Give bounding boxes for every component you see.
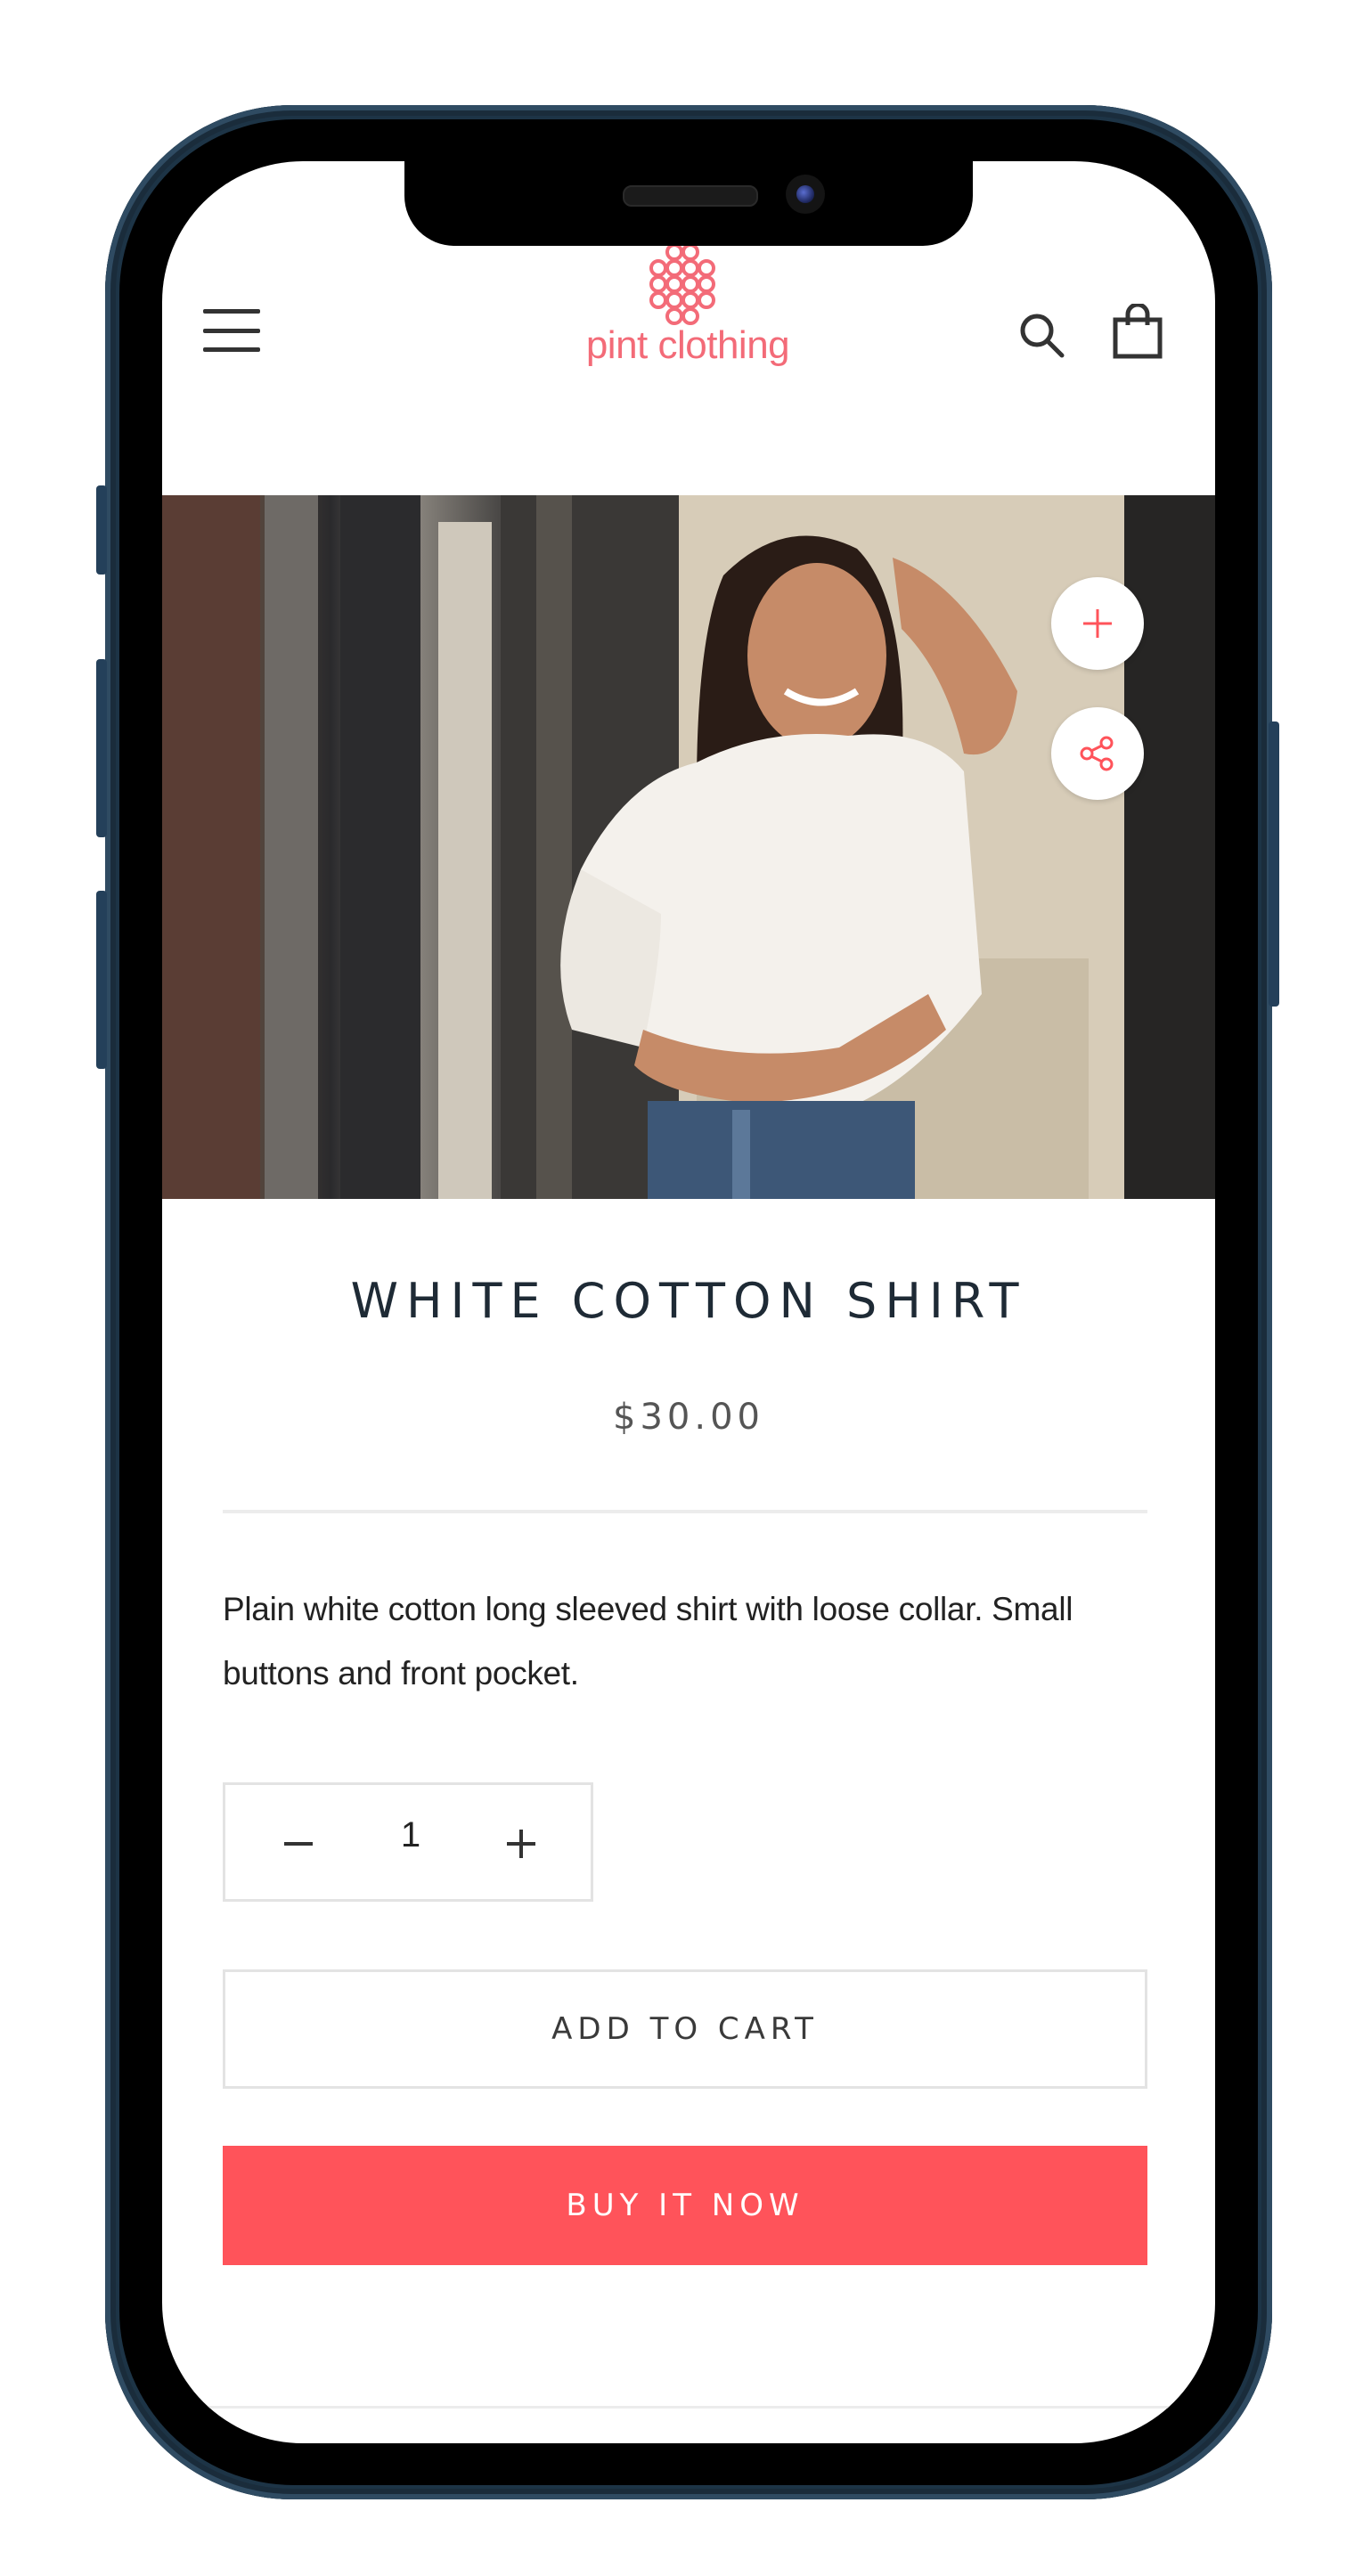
- phone-volume-down: [96, 891, 107, 1069]
- product-description: Plain white cotton long sleeved shirt wi…: [223, 1591, 1073, 1692]
- phone-silent-switch: [96, 485, 107, 575]
- add-to-cart-button[interactable]: ADD TO CART: [223, 1969, 1147, 2089]
- phone-volume-up: [96, 659, 107, 837]
- front-camera: [786, 175, 825, 214]
- divider: [223, 1510, 1147, 1513]
- quantity-selector: 1: [223, 1782, 593, 1902]
- buy-it-now-button[interactable]: BUY IT NOW: [223, 2146, 1147, 2265]
- store-name: pint clothing: [585, 323, 790, 367]
- phone-notch: [404, 161, 973, 246]
- zoom-image-button[interactable]: [1051, 577, 1144, 670]
- share-button[interactable]: [1051, 707, 1144, 800]
- quantity-value[interactable]: 1: [377, 1815, 445, 1855]
- phone-power-button: [1269, 721, 1279, 1007]
- divider: [162, 2406, 1215, 2409]
- hamburger-menu-icon[interactable]: [203, 309, 260, 352]
- shopping-bag-icon[interactable]: [1113, 304, 1163, 359]
- logo-mark-icon: [649, 243, 715, 325]
- share-icon: [1080, 736, 1114, 771]
- minus-icon[interactable]: [272, 1817, 325, 1871]
- product-title: WHITE COTTON SHIRT: [350, 1273, 1027, 1329]
- store-logo[interactable]: pint clothing: [536, 241, 839, 393]
- product-price: $30.00: [613, 1397, 764, 1438]
- product-image[interactable]: [162, 495, 1215, 1199]
- plus-icon[interactable]: [494, 1817, 548, 1871]
- search-icon[interactable]: [1017, 311, 1065, 359]
- plus-icon: [1083, 609, 1112, 638]
- phone-screen: pint clothing WHITE COTTON SHIRT $30.00 …: [162, 161, 1215, 2443]
- speaker-grille: [623, 185, 758, 207]
